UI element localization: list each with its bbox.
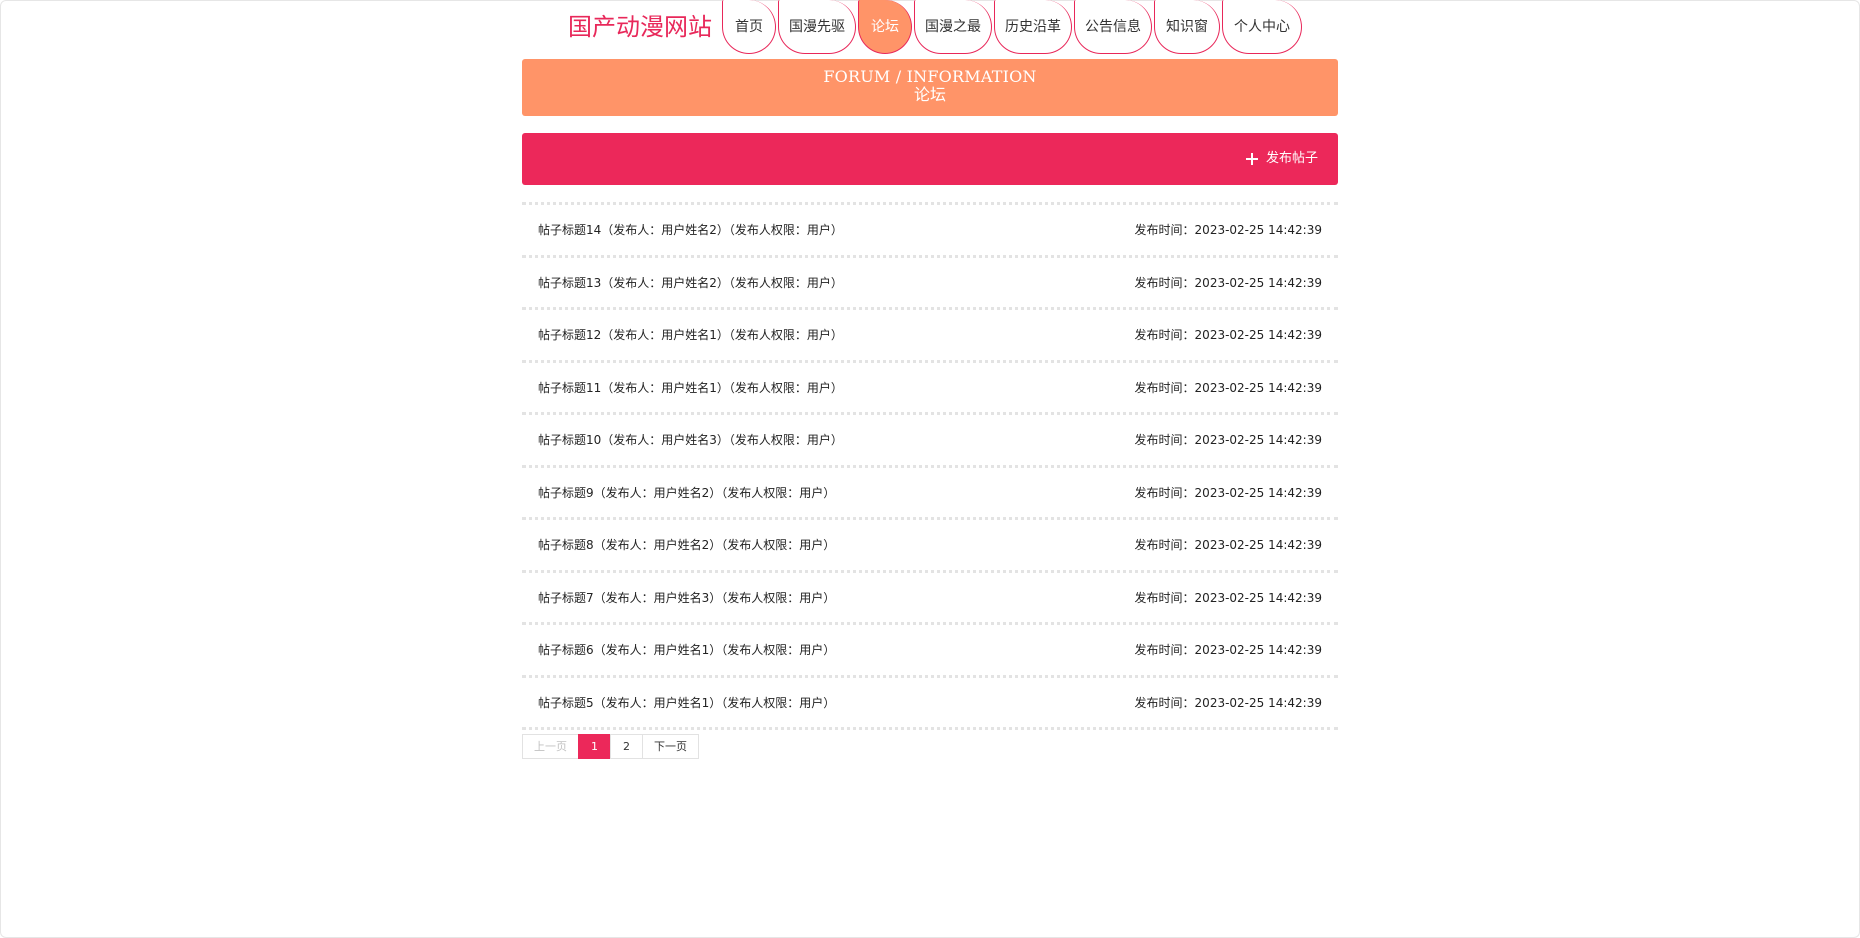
banner-title-cn: 论坛 — [913, 85, 946, 104]
post-time: 发布时间：2023-02-25 14:42:39 — [1134, 485, 1322, 500]
list-item[interactable]: 帖子标题12（发布人：用户姓名1）（发布人权限：用户） 发布时间：2023-02… — [522, 310, 1338, 363]
nav-item-best[interactable]: 国漫之最 — [914, 0, 992, 54]
list-item[interactable]: 帖子标题8（发布人：用户姓名2）（发布人权限：用户） 发布时间：2023-02-… — [522, 520, 1338, 573]
post-time: 发布时间：2023-02-25 14:42:39 — [1134, 695, 1322, 710]
publish-post-button[interactable]: 发布帖子 — [1245, 133, 1318, 185]
action-bar: 发布帖子 — [522, 133, 1338, 185]
list-item[interactable]: 帖子标题7（发布人：用户姓名3）（发布人权限：用户） 发布时间：2023-02-… — [522, 573, 1338, 625]
list-item[interactable]: 帖子标题11（发布人：用户姓名1）（发布人权限：用户） 发布时间：2023-02… — [522, 363, 1338, 415]
post-time: 发布时间：2023-02-25 14:42:39 — [1134, 328, 1322, 343]
plus-icon — [1245, 153, 1258, 165]
nav-item-forum[interactable]: 论坛 — [858, 0, 912, 54]
post-time: 发布时间：2023-02-25 14:42:39 — [1134, 275, 1322, 290]
nav-item-knowledge[interactable]: 知识窗 — [1154, 0, 1220, 54]
publish-post-label: 发布帖子 — [1265, 151, 1318, 166]
next-page-button[interactable]: 下一页 — [642, 734, 699, 759]
list-item[interactable]: 帖子标题9（发布人：用户姓名2）（发布人权限：用户） 发布时间：2023-02-… — [522, 468, 1338, 520]
post-title: 帖子标题12（发布人：用户姓名1）（发布人权限：用户） — [538, 328, 843, 343]
prev-page-button[interactable]: 上一页 — [522, 734, 579, 759]
post-title: 帖子标题6（发布人：用户姓名1）（发布人权限：用户） — [538, 643, 836, 658]
post-title: 帖子标题14（发布人：用户姓名2）（发布人权限：用户） — [538, 223, 843, 238]
post-time: 发布时间：2023-02-25 14:42:39 — [1134, 538, 1322, 553]
site-logo[interactable]: 国产动漫网站 — [568, 12, 712, 42]
post-list: 帖子标题14（发布人：用户姓名2）（发布人权限：用户） 发布时间：2023-02… — [522, 202, 1338, 730]
page-1-button[interactable]: 1 — [578, 734, 611, 759]
post-time: 发布时间：2023-02-25 14:42:39 — [1134, 380, 1322, 395]
post-title: 帖子标题11（发布人：用户姓名1）（发布人权限：用户） — [538, 380, 843, 395]
page-2-button[interactable]: 2 — [610, 734, 643, 759]
list-item[interactable]: 帖子标题14（发布人：用户姓名2）（发布人权限：用户） 发布时间：2023-02… — [522, 205, 1338, 258]
nav-item-profile[interactable]: 个人中心 — [1222, 0, 1302, 54]
nav-item-pioneers[interactable]: 国漫先驱 — [778, 0, 856, 54]
list-item[interactable]: 帖子标题13（发布人：用户姓名2）（发布人权限：用户） 发布时间：2023-02… — [522, 258, 1338, 310]
list-item[interactable]: 帖子标题6（发布人：用户姓名1）（发布人权限：用户） 发布时间：2023-02-… — [522, 625, 1338, 678]
post-title: 帖子标题13（发布人：用户姓名2）（发布人权限：用户） — [538, 275, 843, 290]
list-item[interactable]: 帖子标题5（发布人：用户姓名1）（发布人权限：用户） 发布时间：2023-02-… — [522, 678, 1338, 730]
post-title: 帖子标题10（发布人：用户姓名3）（发布人权限：用户） — [538, 433, 843, 448]
list-item[interactable]: 帖子标题10（发布人：用户姓名3）（发布人权限：用户） 发布时间：2023-02… — [522, 415, 1338, 468]
pagination: 上一页 1 2 下一页 — [522, 734, 699, 759]
post-time: 发布时间：2023-02-25 14:42:39 — [1134, 223, 1322, 238]
nav-item-notices[interactable]: 公告信息 — [1074, 0, 1152, 54]
post-time: 发布时间：2023-02-25 14:42:39 — [1134, 643, 1322, 658]
nav-item-history[interactable]: 历史沿革 — [994, 0, 1072, 54]
nav-item-home[interactable]: 首页 — [722, 0, 776, 54]
site-header: 国产动漫网站 首页 国漫先驱 论坛 国漫之最 历史沿革 公告信息 知识窗 个人中… — [522, 0, 1338, 58]
banner-title-en: FORUM / INFORMATION — [823, 67, 1037, 86]
page-banner: FORUM / INFORMATION 论坛 — [522, 59, 1338, 116]
post-title: 帖子标题9（发布人：用户姓名2）（发布人权限：用户） — [538, 485, 836, 500]
post-title: 帖子标题5（发布人：用户姓名1）（发布人权限：用户） — [538, 695, 836, 710]
post-title: 帖子标题8（发布人：用户姓名2）（发布人权限：用户） — [538, 538, 836, 553]
post-title: 帖子标题7（发布人：用户姓名3）（发布人权限：用户） — [538, 590, 836, 605]
post-time: 发布时间：2023-02-25 14:42:39 — [1134, 433, 1322, 448]
post-time: 发布时间：2023-02-25 14:42:39 — [1134, 590, 1322, 605]
